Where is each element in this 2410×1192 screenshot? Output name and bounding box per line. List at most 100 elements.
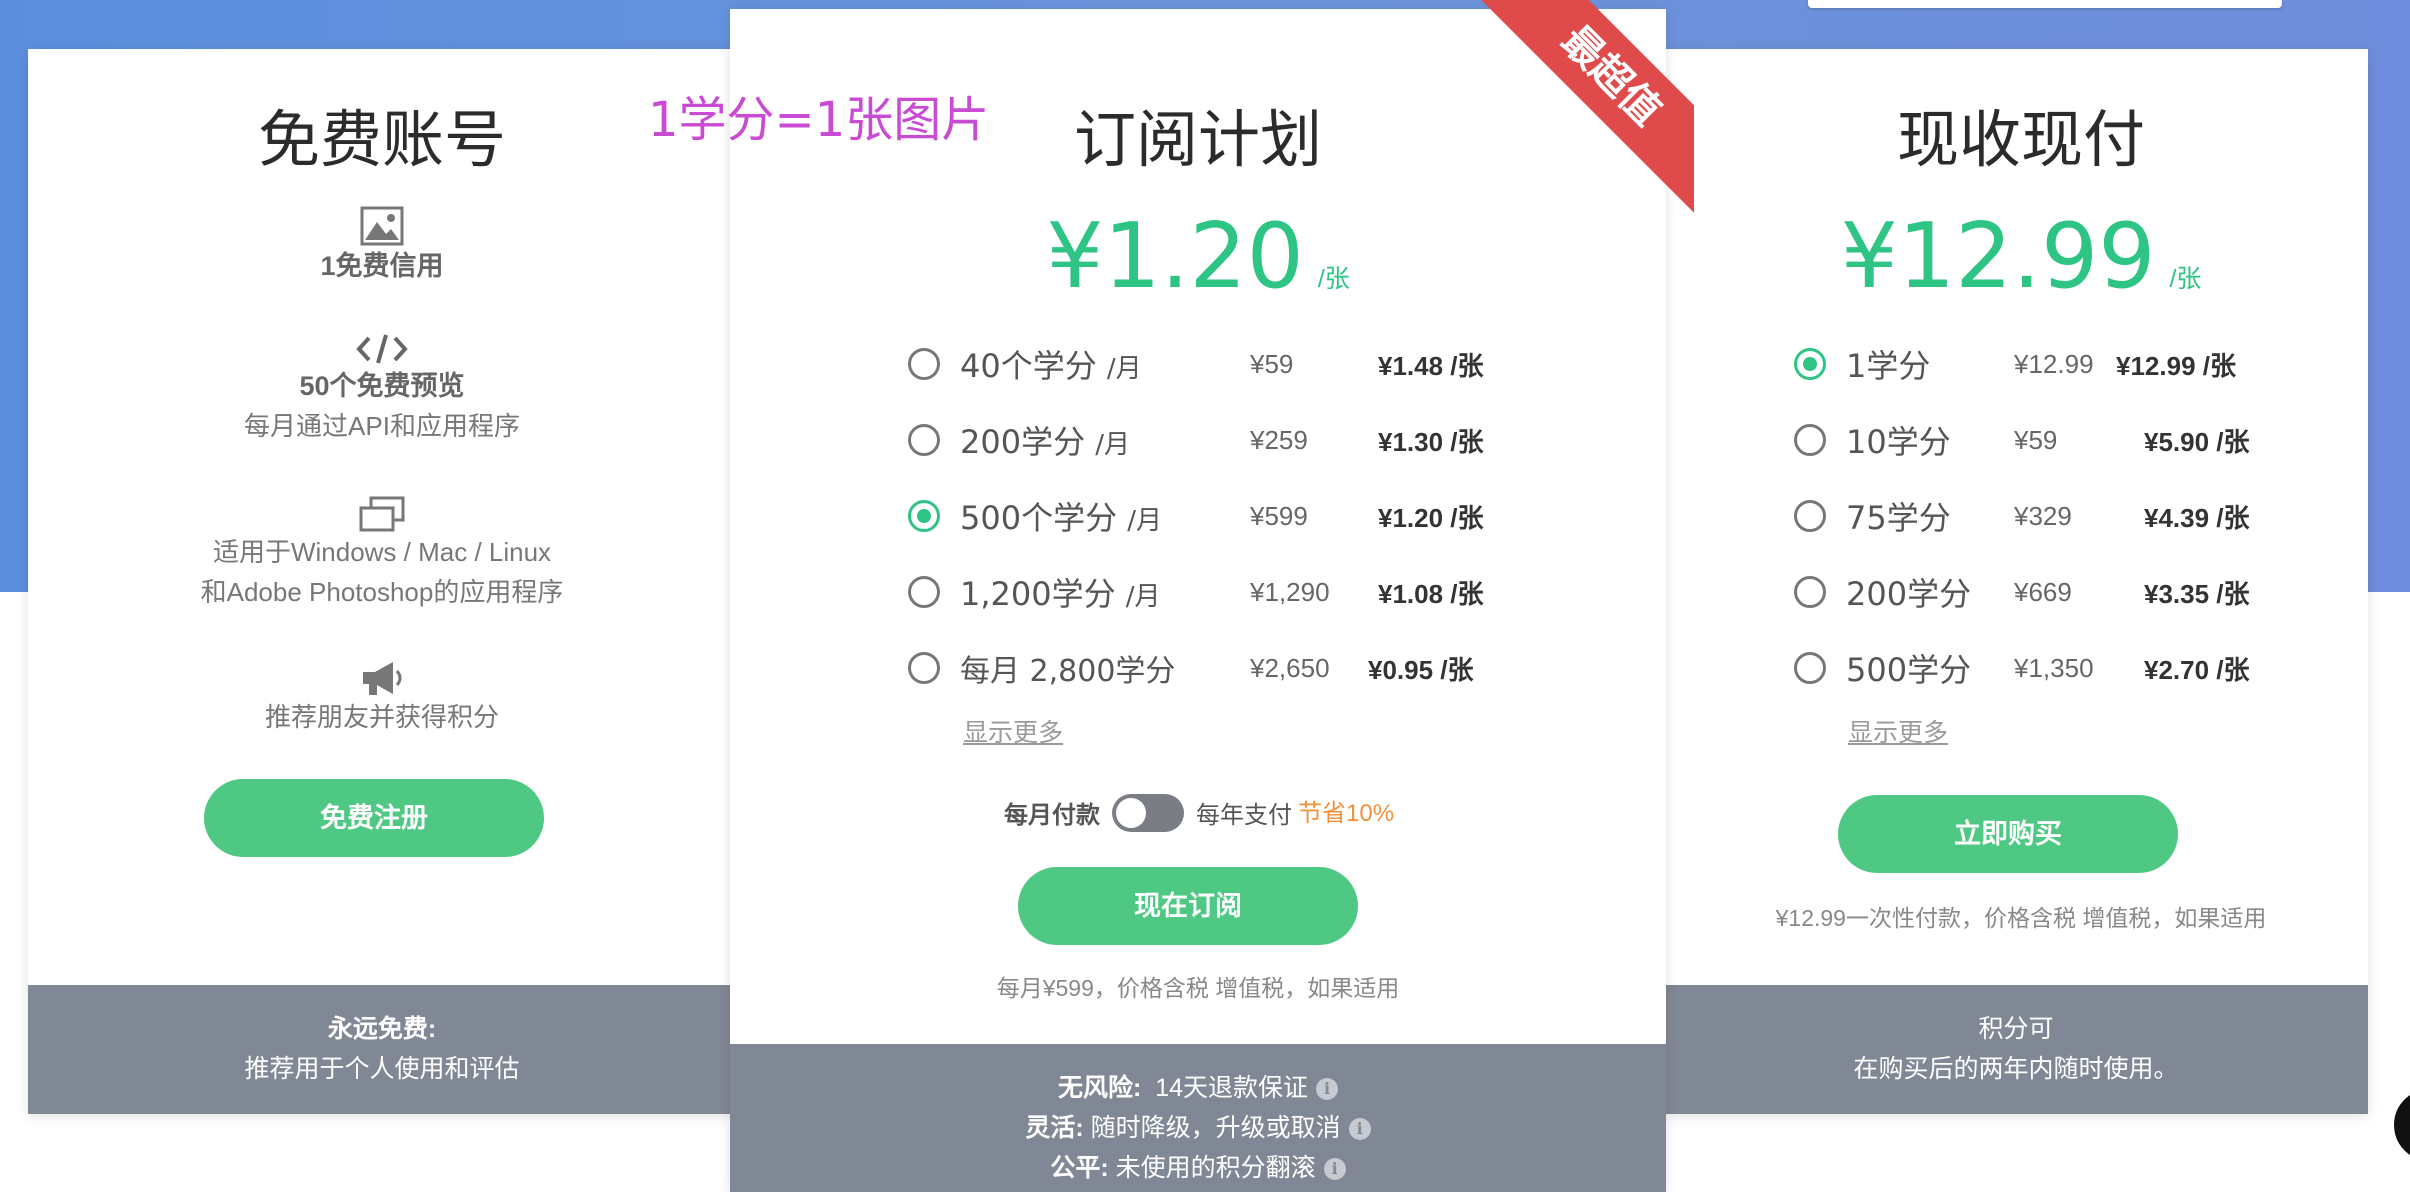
plan-unit-price: ¥1.20 /张 xyxy=(1378,502,1484,533)
show-more-link[interactable]: 显示更多 xyxy=(963,713,1063,749)
payg-unit-price: ¥4.39 /张 xyxy=(2144,502,2250,533)
subscription-price-unit: /张 xyxy=(1317,265,1350,293)
plan-price: ¥2,650 xyxy=(1250,652,1330,683)
plan-row[interactable]: 1,200学分 /月 ¥1,290 ¥1.08 /张 xyxy=(908,562,1528,622)
payg-name: 200学分 xyxy=(1846,575,1972,613)
plan-row[interactable]: 200学分 /月 ¥259 ¥1.30 /张 xyxy=(908,410,1528,470)
payg-unit-price: ¥12.99 /张 xyxy=(2116,350,2236,381)
payg-name: 75学分 xyxy=(1846,499,1951,537)
plan-unit-price: ¥1.08 /张 xyxy=(1378,578,1484,609)
plan-unit-price: ¥0.95 /张 xyxy=(1368,654,1474,685)
free-credit-label: 1免费信用 xyxy=(320,251,444,281)
image-icon xyxy=(360,206,404,246)
free-footer-bold: 永远免费: xyxy=(327,1015,437,1043)
previews-sub: 每月通过API和应用程序 xyxy=(244,411,520,441)
payg-note: ¥12.99一次性付款，价格含税 增值税，如果适用 xyxy=(1775,905,2267,931)
payg-title: 现收现付 xyxy=(1896,103,2145,176)
payg-row-selected[interactable]: 1学分 ¥12.99 ¥12.99 /张 xyxy=(1794,334,2274,394)
radio-button[interactable] xyxy=(1794,500,1826,532)
toggle-yearly-label: 每年支付 xyxy=(1196,802,1292,829)
payg-footer-line2: 在购买后的两年内随时使用。 xyxy=(1853,1055,2179,1083)
save-badge: 节省10% xyxy=(1298,800,1395,827)
payg-price: ¥12.99/张 xyxy=(1674,204,2368,309)
plan-row-selected[interactable]: 500个学分 /月 ¥599 ¥1.20 /张 xyxy=(908,486,1528,546)
plan-name: 1,200学分 /月 xyxy=(960,575,1161,613)
payg-row[interactable]: 75学分 ¥329 ¥4.39 /张 xyxy=(1794,486,2274,546)
radio-button[interactable] xyxy=(1794,652,1826,684)
subscription-note: 每月¥599，价格含税 增值税，如果适用 xyxy=(996,975,1400,1001)
radio-button-selected[interactable] xyxy=(908,500,940,532)
plan-price: ¥259 xyxy=(1250,424,1308,455)
info-icon[interactable]: i xyxy=(1348,1118,1371,1141)
subscribe-button[interactable]: 现在订阅 xyxy=(1018,867,1358,945)
plan-unit-price: ¥1.30 /张 xyxy=(1378,426,1484,457)
code-icon xyxy=(356,334,408,364)
top-search-box[interactable] xyxy=(1808,0,2282,8)
payg-row[interactable]: 10学分 ¥59 ¥5.90 /张 xyxy=(1794,410,2274,470)
payg-price-cell: ¥329 xyxy=(2014,500,2072,531)
show-more-link[interactable]: 显示更多 xyxy=(1848,713,1948,749)
payg-price-cell: ¥59 xyxy=(2014,424,2058,455)
radio-button-selected[interactable] xyxy=(1794,348,1826,380)
radio-button[interactable] xyxy=(1794,576,1826,608)
info-icon[interactable]: i xyxy=(1323,1158,1346,1181)
apps-line2: 和Adobe Photoshop的应用程序 xyxy=(200,577,564,607)
payg-footer-line1: 积分可 xyxy=(1978,1015,2054,1043)
payg-name: 1学分 xyxy=(1846,347,1931,385)
payg-price-value: ¥12.99 xyxy=(1840,204,2156,309)
plan-price: ¥59 xyxy=(1250,348,1294,379)
radio-button[interactable] xyxy=(1794,424,1826,456)
free-title: 免费账号 xyxy=(257,103,506,176)
toggle-monthly-label: 每月付款 xyxy=(1004,802,1100,829)
plan-row[interactable]: 40个学分 /月 ¥59 ¥1.48 /张 xyxy=(908,334,1528,394)
previews-label: 50个免费预览 xyxy=(299,371,465,401)
payg-name: 10学分 xyxy=(1846,423,1951,461)
payg-row[interactable]: 500学分 ¥1,350 ¥2.70 /张 xyxy=(1794,638,2274,698)
plan-price: ¥599 xyxy=(1250,500,1308,531)
best-value-ribbon: 最超值 xyxy=(1432,0,1694,222)
credit-annotation: 1学分=1张图片 xyxy=(648,92,990,148)
radio-button[interactable] xyxy=(908,652,940,684)
footer-line: 无风险: 14天退款保证 i xyxy=(730,1068,1666,1108)
megaphone-icon xyxy=(363,662,402,695)
referral-label: 推荐朋友并获得积分 xyxy=(264,702,499,732)
subscription-card: 最超值 订阅计划 ¥1.20/张 40个学分 /月 ¥59 ¥1.48 /张 2… xyxy=(730,0,1694,1192)
billing-toggle[interactable] xyxy=(1112,794,1184,832)
free-footer: 永远免费: 推荐用于个人使用和评估 xyxy=(28,985,736,1114)
plan-price: ¥1,290 xyxy=(1250,576,1330,607)
subscription-price-value: ¥1.20 xyxy=(1046,204,1304,309)
payg-name: 500学分 xyxy=(1846,651,1972,689)
payg-price-unit: /张 xyxy=(2169,265,2202,293)
apps-line1: 适用于Windows / Mac / Linux xyxy=(212,537,552,567)
windows-icon xyxy=(359,496,405,532)
free-signup-button[interactable]: 免费注册 xyxy=(204,779,544,857)
plan-name: 200学分 /月 xyxy=(960,423,1131,461)
pay-as-you-go-card: 现收现付 ¥12.99/张 1学分 ¥12.99 ¥12.99 /张 10学分 … xyxy=(1664,49,2368,1114)
feature-previews: 50个免费预览 每月通过API和应用程序 xyxy=(28,332,736,446)
payg-unit-price: ¥5.90 /张 xyxy=(2144,426,2250,457)
plan-name: 500个学分 /月 xyxy=(960,499,1163,537)
free-footer-text: 推荐用于个人使用和评估 xyxy=(244,1055,520,1083)
ribbon-label: 最超值 xyxy=(1467,0,1694,220)
plan-name: 每月 2,800学分 xyxy=(960,654,1176,689)
payg-price-cell: ¥669 xyxy=(2014,576,2072,607)
payg-unit-price: ¥3.35 /张 xyxy=(2144,578,2250,609)
feature-apps: 适用于Windows / Mac / Linux 和Adobe Photosho… xyxy=(28,496,736,612)
payg-footer: 积分可 在购买后的两年内随时使用。 xyxy=(1664,985,2368,1114)
radio-button[interactable] xyxy=(908,348,940,380)
payg-price-cell: ¥1,350 xyxy=(2014,652,2094,683)
buy-now-button[interactable]: 立即购买 xyxy=(1838,795,2178,873)
radio-button[interactable] xyxy=(908,576,940,608)
radio-button[interactable] xyxy=(908,424,940,456)
chat-widget-button[interactable] xyxy=(2390,1085,2410,1165)
payg-row[interactable]: 200学分 ¥669 ¥3.35 /张 xyxy=(1794,562,2274,622)
footer-line: 灵活: 随时降级，升级或取消 i xyxy=(730,1108,1666,1148)
payg-price-cell: ¥12.99 xyxy=(2014,348,2094,379)
footer-line: 公平: 未使用的积分翻滚 i xyxy=(730,1148,1666,1188)
subscription-footer: 无风险: 14天退款保证 i 灵活: 随时降级，升级或取消 i 公平: 未使用的积分… xyxy=(730,1044,1666,1192)
plan-unit-price: ¥1.48 /张 xyxy=(1378,350,1484,381)
plan-row[interactable]: 每月 2,800学分 ¥2,650 ¥0.95 /张 xyxy=(908,638,1528,698)
info-icon[interactable]: i xyxy=(1316,1078,1339,1101)
feature-free-credit: 1免费信用 xyxy=(28,206,736,286)
payg-unit-price: ¥2.70 /张 xyxy=(2144,654,2250,685)
